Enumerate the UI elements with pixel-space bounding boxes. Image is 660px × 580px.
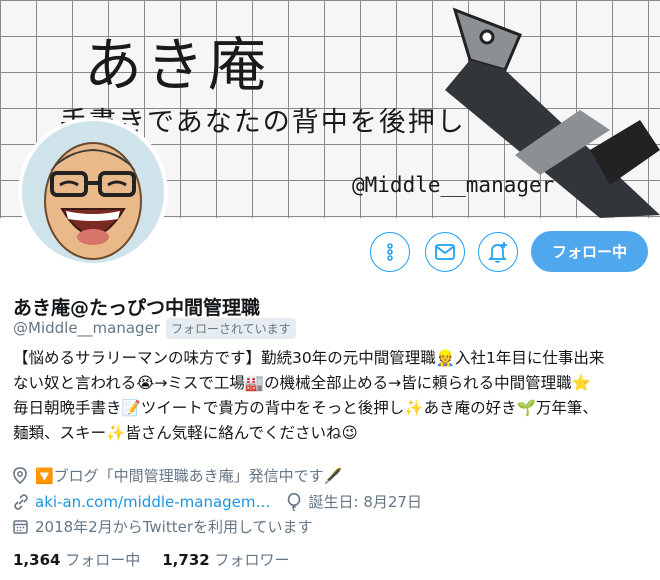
followers-stat[interactable]: 1,732 フォロワー bbox=[162, 549, 289, 570]
message-button[interactable] bbox=[425, 232, 465, 272]
following-stat[interactable]: 1,364 フォロー中 bbox=[13, 549, 140, 570]
profile-stats: 1,364 フォロー中 1,732 フォロワー bbox=[13, 549, 290, 570]
link-icon bbox=[13, 493, 35, 510]
display-name: あき庵@たっぴつ中間管理職 bbox=[13, 297, 261, 319]
location-row: 🔽ブログ「中間管理職あき庵」発信中です🖋️ bbox=[13, 465, 342, 486]
followers-label: フォロワー bbox=[214, 551, 290, 569]
more-vertical-icon bbox=[387, 243, 393, 261]
following-button[interactable]: フォロー中 bbox=[531, 231, 648, 272]
website-link[interactable]: aki-an.com/middle-managem… bbox=[35, 493, 271, 511]
more-button[interactable] bbox=[370, 232, 410, 272]
user-handle: @Middle__manager bbox=[13, 319, 160, 337]
calendar-icon bbox=[13, 519, 35, 534]
follows-you-badge: フォローされています bbox=[166, 318, 296, 339]
following-count: 1,364 bbox=[13, 551, 61, 569]
balloon-icon bbox=[287, 492, 309, 511]
envelope-icon bbox=[435, 244, 455, 260]
location-pin-icon bbox=[13, 467, 35, 484]
banner-handle: @Middle__manager bbox=[352, 173, 555, 197]
followers-count: 1,732 bbox=[162, 551, 210, 569]
following-label: フォロー中 bbox=[65, 551, 141, 569]
joined-row: 2018年2月からTwitterを利用しています bbox=[13, 516, 313, 537]
website-birthday-row: aki-an.com/middle-managem… 誕生日: 8月27日 bbox=[13, 491, 422, 512]
location-text: 🔽ブログ「中間管理職あき庵」発信中です🖋️ bbox=[35, 467, 343, 485]
joined-text: 2018年2月からTwitterを利用しています bbox=[35, 518, 313, 536]
banner-title: あき庵 bbox=[84, 31, 271, 99]
laughing-man-illustration bbox=[22, 121, 164, 263]
avatar[interactable] bbox=[18, 117, 168, 267]
profile-bio: 【悩めるサラリーマンの味方です】勤続30年の元中間管理職👷入社1年目に仕事出来 … bbox=[13, 349, 605, 442]
notifications-button[interactable] bbox=[478, 232, 518, 272]
bell-plus-icon bbox=[487, 242, 508, 263]
birthday-text: 誕生日: 8月27日 bbox=[308, 493, 422, 511]
